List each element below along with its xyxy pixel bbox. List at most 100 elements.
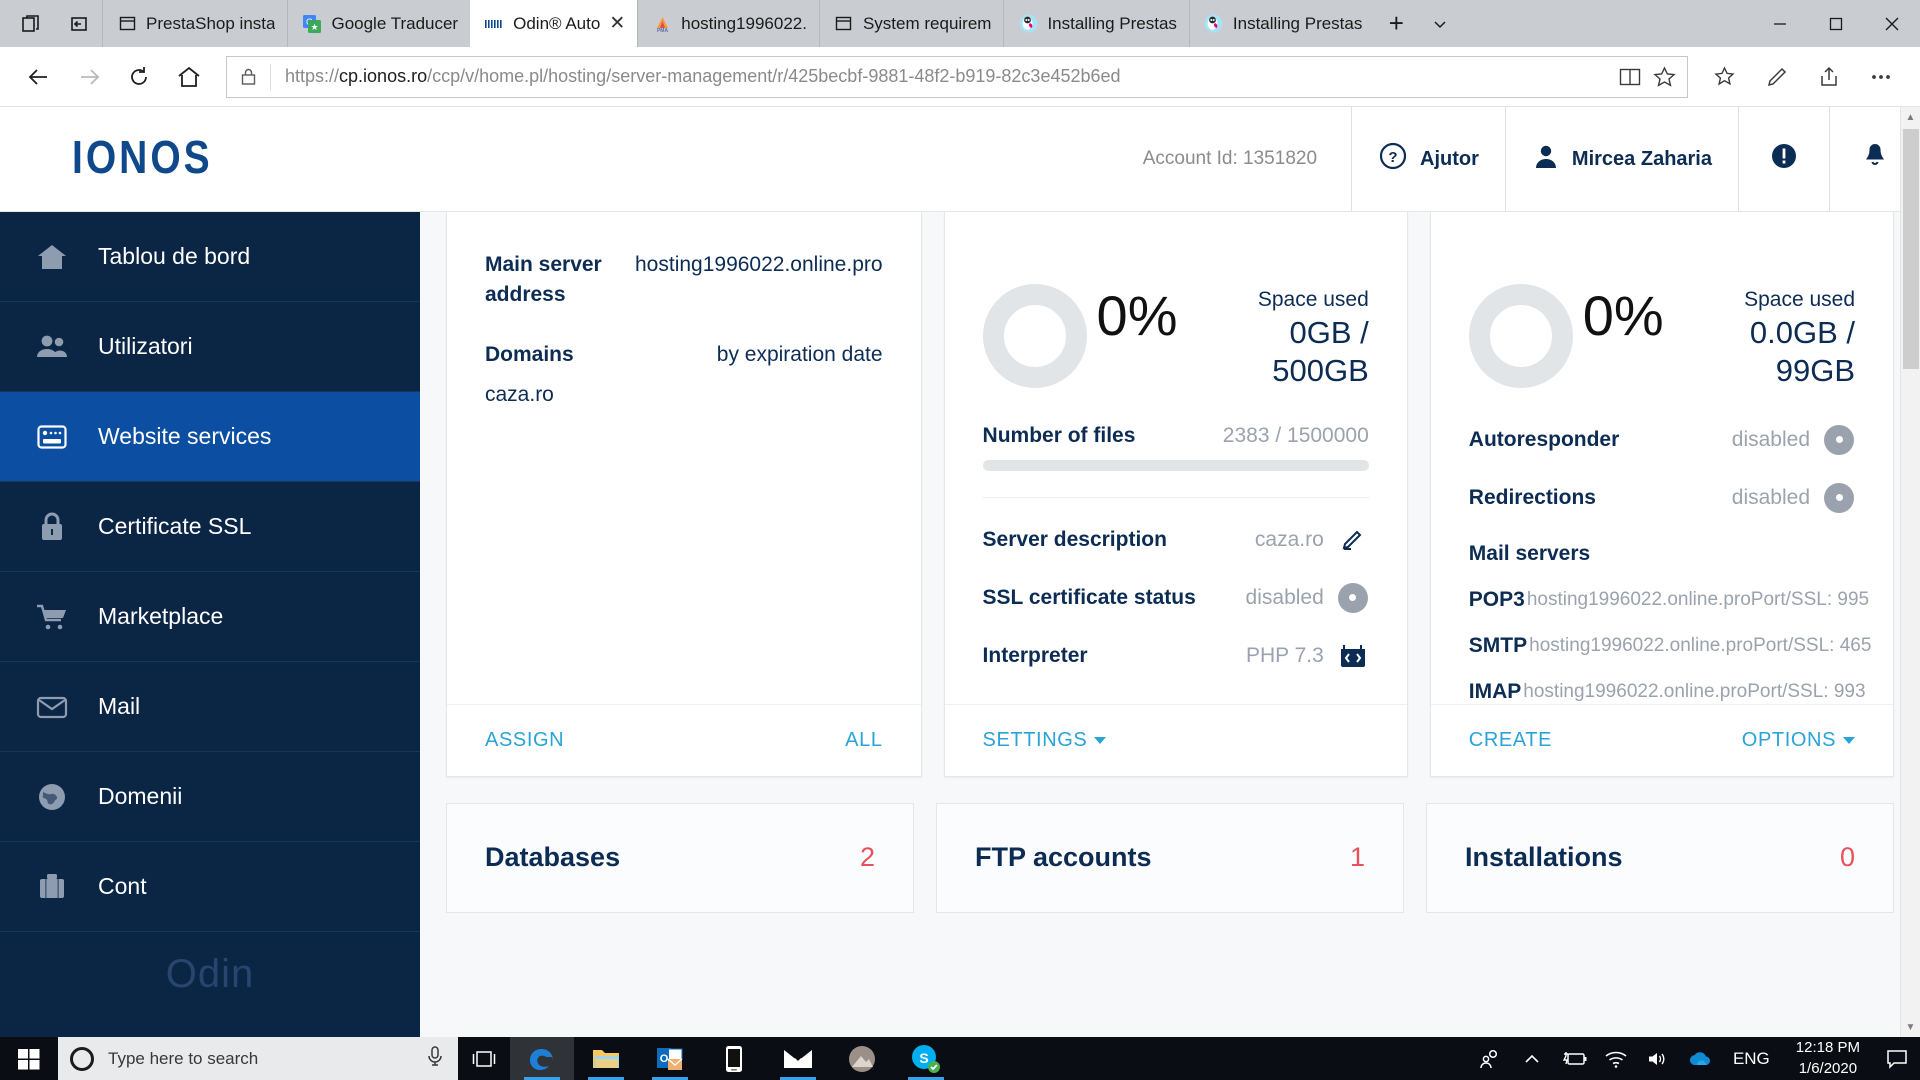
server-description-value: caza.ro: [1254, 527, 1324, 551]
sidebar-item-website-services[interactable]: Website services: [0, 392, 420, 482]
sidebar-item-mail[interactable]: Mail: [0, 662, 420, 752]
address-bar[interactable]: https://cp.ionos.ro/ccp/v/home.pl/hostin…: [226, 55, 1688, 98]
microphone-icon[interactable]: [424, 1045, 446, 1072]
pencil-icon[interactable]: [1337, 524, 1369, 556]
task-view-icon[interactable]: [458, 1037, 510, 1080]
forward-button[interactable]: [66, 54, 112, 100]
card-top-spacer: [1431, 212, 1893, 250]
ssl-status-value: disabled: [1245, 585, 1324, 609]
usage-size: 0GB / 500GB: [1272, 315, 1369, 388]
refresh-button[interactable]: [116, 54, 162, 100]
more-options-icon[interactable]: [1858, 54, 1904, 100]
page-scrollbar[interactable]: ▲ ▼: [1900, 107, 1920, 1037]
favorite-star-icon[interactable]: [1647, 60, 1681, 94]
minimize-button[interactable]: [1752, 0, 1808, 47]
clock[interactable]: 12:18 PM 1/6/2020: [1782, 1038, 1874, 1079]
home-button[interactable]: [166, 54, 212, 100]
browser-tab[interactable]: PrestaShop insta: [102, 0, 288, 47]
status-dot-icon[interactable]: [1823, 424, 1855, 456]
sidebar-item-utilizatori[interactable]: Utilizatori: [0, 302, 420, 392]
web-notes-icon[interactable]: [1754, 54, 1800, 100]
browser-tab-active[interactable]: Odin® Auto ✕: [470, 0, 638, 47]
scrollbar-thumb[interactable]: [1903, 129, 1919, 369]
favorites-icon[interactable]: [1702, 54, 1748, 100]
scroll-down-icon[interactable]: ▼: [1901, 1017, 1920, 1037]
chevron-down-icon[interactable]: [1418, 0, 1462, 47]
taskbar-app-your-phone[interactable]: [702, 1037, 766, 1080]
help-button[interactable]: ? Ajutor: [1351, 107, 1505, 211]
installations-count: 0: [1839, 842, 1855, 873]
language-indicator[interactable]: ENG: [1721, 1049, 1782, 1069]
code-icon[interactable]: [1337, 640, 1369, 672]
sidebar-item-label: Utilizatori: [98, 333, 193, 359]
ftp-accounts-card[interactable]: FTP accounts 1: [936, 802, 1404, 913]
browser-tab[interactable]: Installing Prestas: [1003, 0, 1189, 47]
databases-count: 2: [859, 842, 875, 873]
sidebar-item-cont[interactable]: Cont: [0, 842, 420, 932]
user-name: Mircea Zaharia: [1571, 147, 1712, 170]
svg-text:S: S: [919, 1050, 928, 1066]
show-hidden-icons-chevron-icon[interactable]: [1511, 1037, 1553, 1080]
start-button[interactable]: [0, 1037, 58, 1080]
browser-tab[interactable]: Installing Prestas: [1188, 0, 1375, 47]
mail-protocol: SMTP: [1468, 633, 1528, 657]
back-button[interactable]: [16, 54, 62, 100]
alerts-button[interactable]: [1738, 107, 1829, 211]
wifi-icon[interactable]: [1595, 1037, 1637, 1080]
new-tab-button[interactable]: +: [1374, 0, 1418, 47]
user-menu[interactable]: Mircea Zaharia: [1504, 107, 1738, 211]
main-content: Main server address hosting1996022.onlin…: [420, 212, 1920, 1037]
taskbar-app-file-explorer[interactable]: [574, 1037, 638, 1080]
close-icon[interactable]: ✕: [609, 14, 625, 33]
assign-button[interactable]: ASSIGN: [485, 729, 564, 752]
domain-list-item[interactable]: caza.ro: [485, 383, 883, 407]
cortana-icon: [70, 1046, 94, 1071]
close-button[interactable]: [1864, 0, 1920, 47]
ionos-icon: [484, 14, 504, 34]
reading-view-icon[interactable]: [1613, 60, 1647, 94]
tab-label: hosting1996022.: [681, 13, 807, 33]
options-button[interactable]: OPTIONS: [1742, 729, 1856, 752]
sidebar-item-domenii[interactable]: Domenii: [0, 752, 420, 842]
card-top-spacer: [945, 212, 1407, 250]
action-center-icon[interactable]: [1874, 1037, 1920, 1080]
ionos-logo[interactable]: IONOS: [0, 107, 420, 211]
app-header: IONOS Account Id: 1351820 ? Ajutor Mirce…: [0, 107, 1920, 212]
all-button[interactable]: ALL: [845, 729, 882, 752]
installations-card[interactable]: Installations 0: [1426, 802, 1894, 913]
sidebar-item-tablou-de-bord[interactable]: Tablou de bord: [0, 212, 420, 302]
scroll-up-icon[interactable]: ▲: [1901, 107, 1920, 127]
sidebar-item-marketplace[interactable]: Marketplace: [0, 572, 420, 662]
server-icon: [32, 417, 72, 457]
settings-button[interactable]: SETTINGS: [983, 729, 1107, 752]
status-dot-icon[interactable]: [1823, 482, 1855, 514]
taskbar-app-microsoft-edge[interactable]: [510, 1037, 574, 1080]
onedrive-icon[interactable]: [1679, 1037, 1721, 1080]
taskbar-app-photos[interactable]: [830, 1037, 894, 1080]
lock-icon: [227, 63, 271, 90]
maximize-button[interactable]: [1808, 0, 1864, 47]
people-icon[interactable]: [1469, 1037, 1511, 1080]
browser-tab[interactable]: PMA hosting1996022.: [637, 0, 819, 47]
status-dot-icon[interactable]: [1337, 582, 1369, 614]
browser-toolbar: https://cp.ionos.ro/ccp/v/home.pl/hostin…: [0, 47, 1920, 107]
sidebar-item-label: Cont: [98, 873, 147, 899]
taskbar-app-mail[interactable]: [766, 1037, 830, 1080]
browser-tab[interactable]: G★ Google Traducer: [287, 0, 471, 47]
tab-preview-icon[interactable]: [14, 7, 48, 41]
ftp-accounts-title: FTP accounts: [975, 842, 1152, 873]
sidebar-item-certificate-ssl[interactable]: Certificate SSL: [0, 482, 420, 572]
search-input[interactable]: Type here to search: [58, 1037, 458, 1080]
window-icon: [834, 14, 854, 34]
taskbar-app-skype[interactable]: S: [894, 1037, 958, 1080]
browser-tab[interactable]: System requirem: [818, 0, 1004, 47]
share-icon[interactable]: [1806, 54, 1852, 100]
create-button[interactable]: CREATE: [1469, 729, 1552, 752]
files-progress-bar: [982, 459, 1369, 471]
databases-card[interactable]: Databases 2: [446, 802, 914, 913]
battery-charging-icon[interactable]: [1553, 1037, 1595, 1080]
taskbar-app-outlook[interactable]: O: [638, 1037, 702, 1080]
volume-icon[interactable]: [1637, 1037, 1679, 1080]
set-aside-tabs-icon[interactable]: [62, 7, 96, 41]
url-text[interactable]: https://cp.ionos.ro/ccp/v/home.pl/hostin…: [271, 66, 1613, 87]
